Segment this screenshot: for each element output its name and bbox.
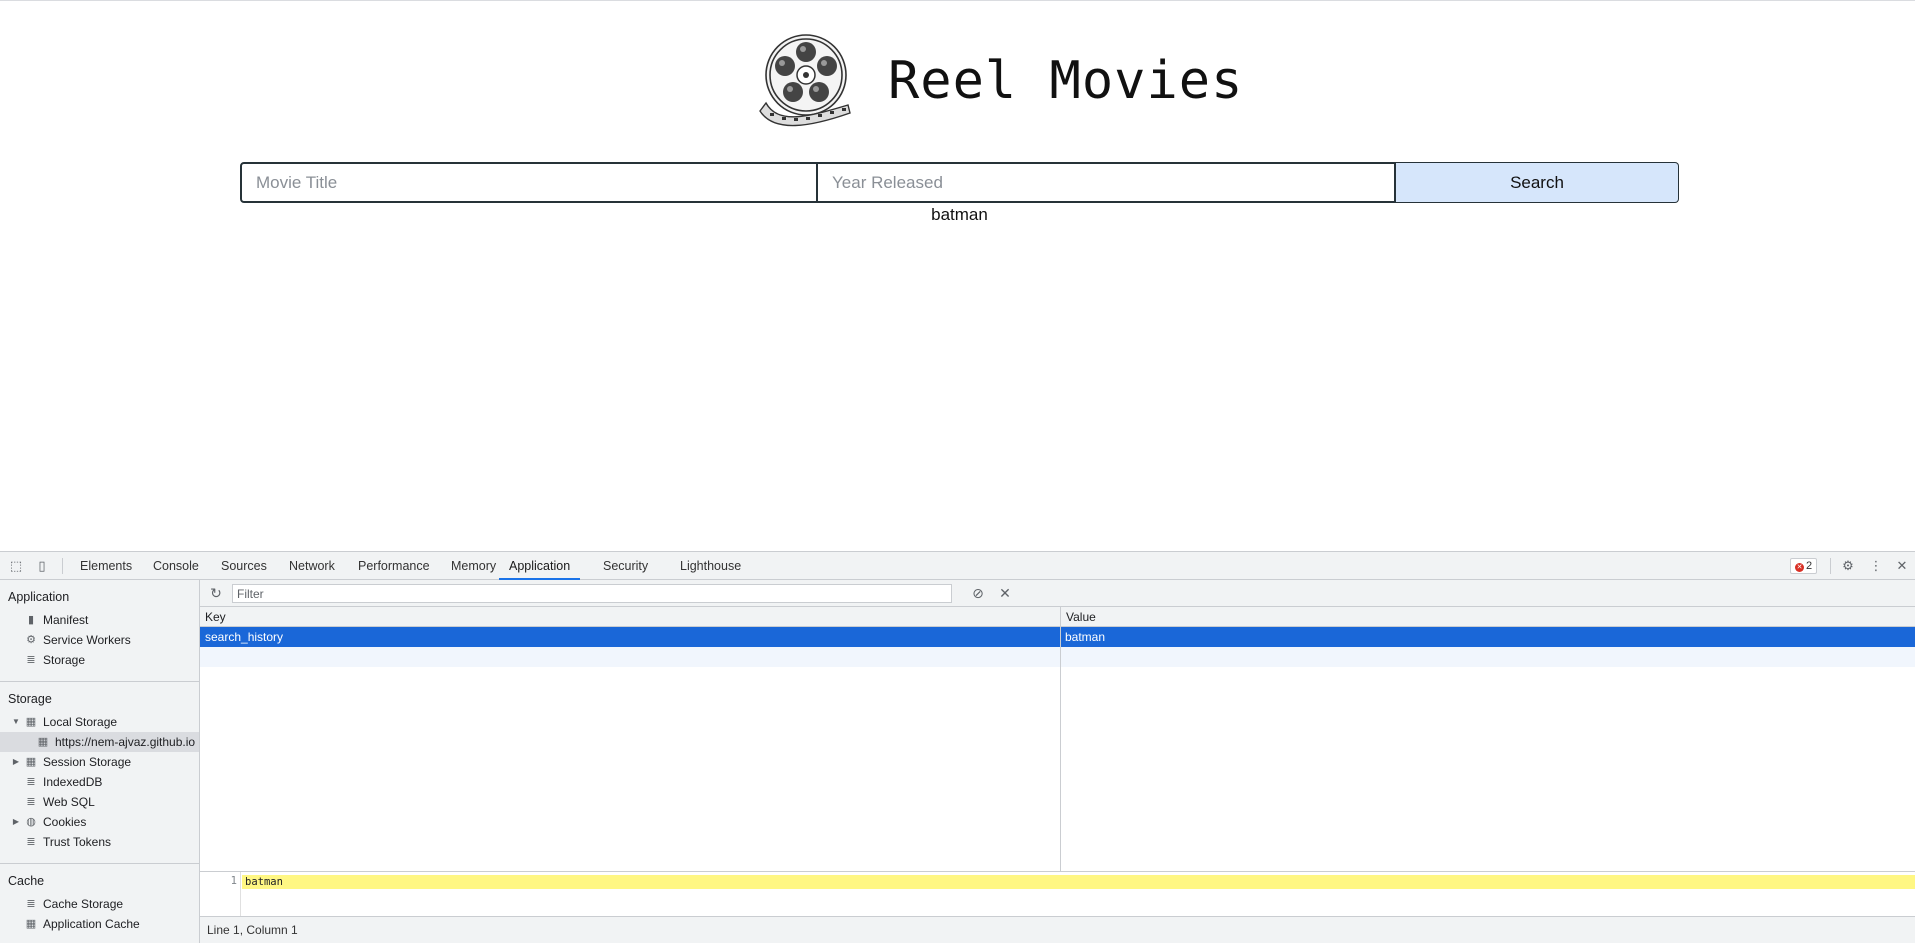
site-header: Reel Movies: [0, 33, 1915, 133]
line-number: 1: [230, 875, 237, 887]
value-preview: 1 batman: [200, 871, 1915, 916]
cookie-icon: ◍: [26, 816, 36, 828]
application-sidebar: Application ▮ Manifest ⚙ Service Workers…: [0, 580, 200, 943]
database-icon: ≣: [26, 776, 36, 788]
toolbar-divider: [62, 558, 63, 574]
sidebar-item-label: Trust Tokens: [43, 835, 112, 849]
document-icon: ▮: [27, 614, 35, 626]
inspect-element-icon[interactable]: ⬚: [8, 559, 24, 573]
sidebar-item-indexeddb[interactable]: ≣ IndexedDB: [0, 772, 199, 792]
gear-icon: ⚙: [26, 634, 36, 646]
storage-toolbar: ↻ ⊘ ✕: [200, 580, 1915, 607]
database-icon: ≣: [26, 898, 36, 910]
tab-network[interactable]: Network: [289, 552, 335, 580]
key-cell[interactable]: search_history: [205, 627, 283, 647]
tab-application[interactable]: Application: [499, 552, 581, 580]
local-storage-view: ↻ ⊘ ✕ Key Value search_history batman 1: [200, 580, 1915, 943]
error-count-badge[interactable]: ✕ 2: [1790, 558, 1818, 574]
status-bar: Line 1, Column 1: [200, 916, 1915, 943]
clear-all-icon[interactable]: ⊘: [970, 585, 986, 601]
sidebar-item-storage[interactable]: ≣ Storage: [0, 650, 199, 670]
search-history-list: batman: [0, 205, 1915, 225]
refresh-icon[interactable]: ↻: [208, 585, 224, 601]
tab-performance[interactable]: Performance: [358, 552, 430, 580]
sidebar-item-label: Local Storage: [43, 715, 118, 729]
sidebar-item-label: Manifest: [43, 613, 89, 627]
sidebar-item-manifest[interactable]: ▮ Manifest: [0, 610, 199, 630]
sidebar-item-label: IndexedDB: [43, 775, 103, 789]
error-icon: ✕: [1795, 563, 1804, 572]
tab-elements[interactable]: Elements: [80, 552, 132, 580]
sidebar-heading-application: Application: [8, 590, 70, 604]
sidebar-divider: [0, 681, 199, 682]
search-history-item[interactable]: batman: [0, 205, 1915, 225]
search-form: Search: [240, 162, 1679, 203]
sidebar-heading-cache: Cache: [8, 874, 45, 888]
database-icon: ≣: [26, 796, 36, 808]
sidebar-item-local-storage-origin[interactable]: ▦ https://nem-ajvaz.github.io: [0, 732, 199, 752]
storage-table-header: Key Value: [200, 607, 1915, 627]
tab-security[interactable]: Security: [603, 552, 648, 580]
browser-page: Reel Movies Search batman: [0, 0, 1915, 551]
collapse-triangle-icon[interactable]: ▶: [11, 812, 21, 832]
devtools-toolbar: ⬚ ▯ Elements Console Sources Network Per…: [0, 552, 1915, 580]
filter-input[interactable]: [232, 584, 952, 603]
close-devtools-icon[interactable]: ✕: [1894, 559, 1910, 573]
database-icon: ≣: [26, 836, 36, 848]
grid-icon: ▦: [25, 756, 37, 768]
sidebar-item-service-workers[interactable]: ⚙ Service Workers: [0, 630, 199, 650]
site-title: Reel Movies: [888, 51, 1244, 111]
sidebar-item-application-cache[interactable]: ▦ Application Cache: [0, 914, 199, 934]
line-gutter: 1: [200, 872, 241, 916]
expand-triangle-icon[interactable]: ▼: [11, 712, 21, 732]
sidebar-item-label: https://nem-ajvaz.github.io: [55, 735, 196, 749]
sidebar-divider: [0, 863, 199, 864]
collapse-triangle-icon[interactable]: ▶: [11, 752, 21, 772]
cursor-position: Line 1, Column 1: [207, 923, 298, 937]
sidebar-item-label: Storage: [43, 653, 86, 667]
year-released-input[interactable]: [818, 162, 1396, 203]
column-header-label: Value: [1066, 610, 1096, 624]
toolbar-divider: [1830, 558, 1831, 574]
table-row-empty[interactable]: [200, 647, 1915, 667]
sidebar-item-label: Service Workers: [43, 633, 131, 647]
tab-memory[interactable]: Memory: [451, 552, 496, 580]
delete-selected-icon[interactable]: ✕: [997, 585, 1013, 601]
column-header-label: Key: [205, 610, 226, 624]
column-header-value[interactable]: Value: [1060, 607, 1915, 626]
sidebar-item-label: Session Storage: [43, 755, 132, 769]
database-icon: ≣: [26, 654, 36, 666]
sidebar-item-local-storage[interactable]: ▼ ▦ Local Storage: [0, 712, 199, 732]
sidebar-item-trust-tokens[interactable]: ≣ Trust Tokens: [0, 832, 199, 852]
tab-lighthouse[interactable]: Lighthouse: [680, 552, 741, 580]
grid-icon: ▦: [25, 716, 37, 728]
grid-icon: ▦: [37, 736, 49, 748]
search-button[interactable]: Search: [1396, 162, 1679, 203]
error-count: 2: [1806, 560, 1813, 572]
sidebar-item-cache-storage[interactable]: ≣ Cache Storage: [0, 894, 199, 914]
sidebar-item-cookies[interactable]: ▶ ◍ Cookies: [0, 812, 199, 832]
settings-gear-icon[interactable]: ⚙: [1840, 559, 1856, 573]
sidebar-heading-storage: Storage: [8, 692, 52, 706]
sidebar-item-label: Cookies: [43, 815, 87, 829]
sidebar-item-web-sql[interactable]: ≣ Web SQL: [0, 792, 199, 812]
sidebar-item-label: Web SQL: [43, 795, 95, 809]
column-divider: [1060, 627, 1061, 871]
more-options-icon[interactable]: ⋮: [1868, 559, 1884, 573]
tab-sources[interactable]: Sources: [221, 552, 267, 580]
grid-icon: ▦: [25, 918, 37, 930]
tab-console[interactable]: Console: [153, 552, 199, 580]
device-toolbar-icon[interactable]: ▯: [34, 559, 50, 573]
movie-title-input[interactable]: [240, 162, 818, 203]
storage-table-body: search_history batman: [200, 627, 1915, 871]
column-header-key[interactable]: Key: [200, 607, 1060, 626]
sidebar-item-session-storage[interactable]: ▶ ▦ Session Storage: [0, 752, 199, 772]
value-cell[interactable]: batman: [1065, 627, 1105, 647]
table-row[interactable]: search_history batman: [200, 627, 1915, 647]
sidebar-item-label: Application Cache: [43, 917, 140, 931]
devtools-panel: ⬚ ▯ Elements Console Sources Network Per…: [0, 551, 1915, 943]
film-reel-icon: [759, 34, 851, 127]
sidebar-item-label: Cache Storage: [43, 897, 124, 911]
preview-line[interactable]: batman: [242, 875, 1915, 889]
